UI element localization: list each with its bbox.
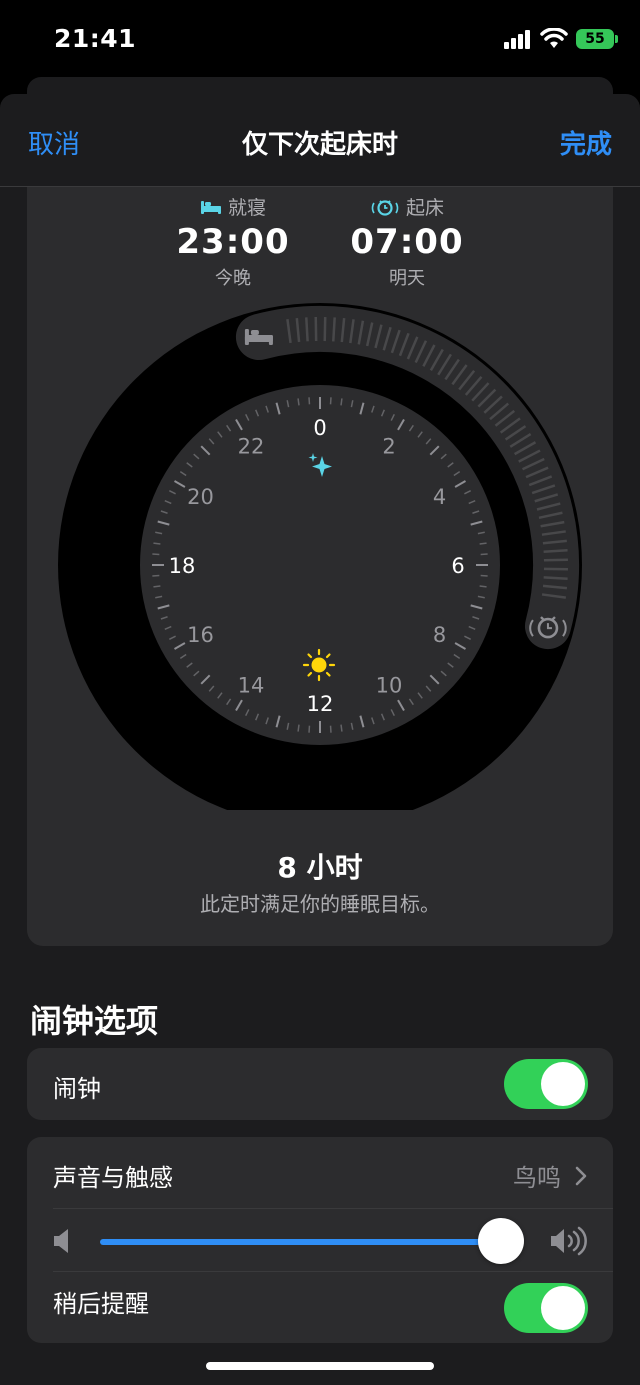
volume-slider-track[interactable]: [100, 1239, 501, 1245]
clock-number: 10: [376, 674, 403, 698]
clock-number: 2: [382, 434, 395, 458]
bedtime-summary: 就寝 23:00 今晚: [153, 193, 313, 290]
battery-level: 55: [585, 31, 605, 47]
sound-value: 鸟鸣: [513, 1164, 561, 1192]
clock-tick: [340, 724, 343, 732]
sleep-goal-message: 此定时满足你的睡眠目标。: [200, 892, 440, 916]
snooze-label: 稍后提醒: [53, 1290, 149, 1318]
clock-tick: [297, 724, 300, 732]
status-icons: 55: [504, 28, 618, 50]
sleep-dial[interactable]: 0 2 4 6 8 10 12 14 16 18 20 22: [0, 290, 640, 810]
clock-number: 4: [433, 485, 446, 509]
clock-tick: [479, 585, 487, 588]
alarm-clock-icon: [371, 199, 399, 216]
sleep-duration: 8 小时: [277, 851, 363, 884]
clock-number: 20: [187, 485, 214, 509]
arc-ridge: [543, 576, 568, 580]
arc-ridge: [332, 317, 336, 342]
alarm-options-title: 闹钟选项: [30, 1002, 159, 1040]
cellular-signal-icon: [504, 30, 530, 49]
divider: [53, 1208, 613, 1209]
clock-number: 12: [307, 692, 334, 716]
wake-label: 起床: [405, 197, 444, 219]
bedtime-label: 就寝: [227, 197, 266, 219]
toggle-knob: [541, 1286, 585, 1330]
clock-number: 0: [313, 416, 326, 440]
clock-number: 16: [187, 623, 214, 647]
page-title: 仅下次起床时: [241, 130, 398, 160]
arc-ridge: [305, 317, 309, 342]
bed-icon: [200, 200, 221, 214]
alarm-label: 闹钟: [53, 1075, 101, 1103]
divider: [53, 1271, 613, 1272]
bedtime-time: 23:00: [176, 222, 290, 262]
speaker-loud-icon: [551, 1226, 587, 1256]
alarm-group: 闹钟: [27, 1048, 613, 1120]
clock-number: 8: [433, 623, 446, 647]
clock-tick: [340, 398, 343, 406]
clock-number: 22: [238, 434, 265, 458]
toggle-knob: [541, 1062, 585, 1106]
sun-icon: [302, 648, 336, 682]
wake-time: 07:00: [350, 222, 464, 262]
home-indicator: [206, 1362, 434, 1370]
arc-ridge: [543, 558, 568, 562]
alarm-toggle[interactable]: [504, 1059, 588, 1109]
status-time: 21:41: [54, 24, 137, 53]
snooze-toggle[interactable]: [504, 1283, 588, 1333]
battery-indicator: 55: [576, 29, 618, 49]
clock-number: 6: [451, 554, 464, 578]
wifi-icon: [540, 28, 568, 48]
volume-slider-thumb[interactable]: [478, 1218, 524, 1264]
clock-number: 14: [238, 674, 265, 698]
clock-tick: [479, 542, 487, 545]
sound-label[interactable]: 声音与触感: [53, 1158, 173, 1193]
chevron-right-icon: [575, 1166, 587, 1185]
arc-ridge: [543, 549, 568, 553]
clock-tick: [153, 542, 161, 545]
speaker-mute-icon: [54, 1229, 68, 1253]
wake-day: 明天: [389, 268, 425, 289]
clock-number: 18: [169, 554, 196, 578]
bedtime-day: 今晚: [215, 268, 251, 289]
clock-tick: [153, 585, 161, 588]
wake-summary: 起床 07:00 明天: [327, 193, 487, 290]
arc-ridge: [323, 317, 327, 342]
done-button[interactable]: 完成: [560, 124, 612, 161]
sound-value-row[interactable]: 鸟鸣: [513, 1158, 587, 1193]
clock-tick: [297, 398, 300, 406]
